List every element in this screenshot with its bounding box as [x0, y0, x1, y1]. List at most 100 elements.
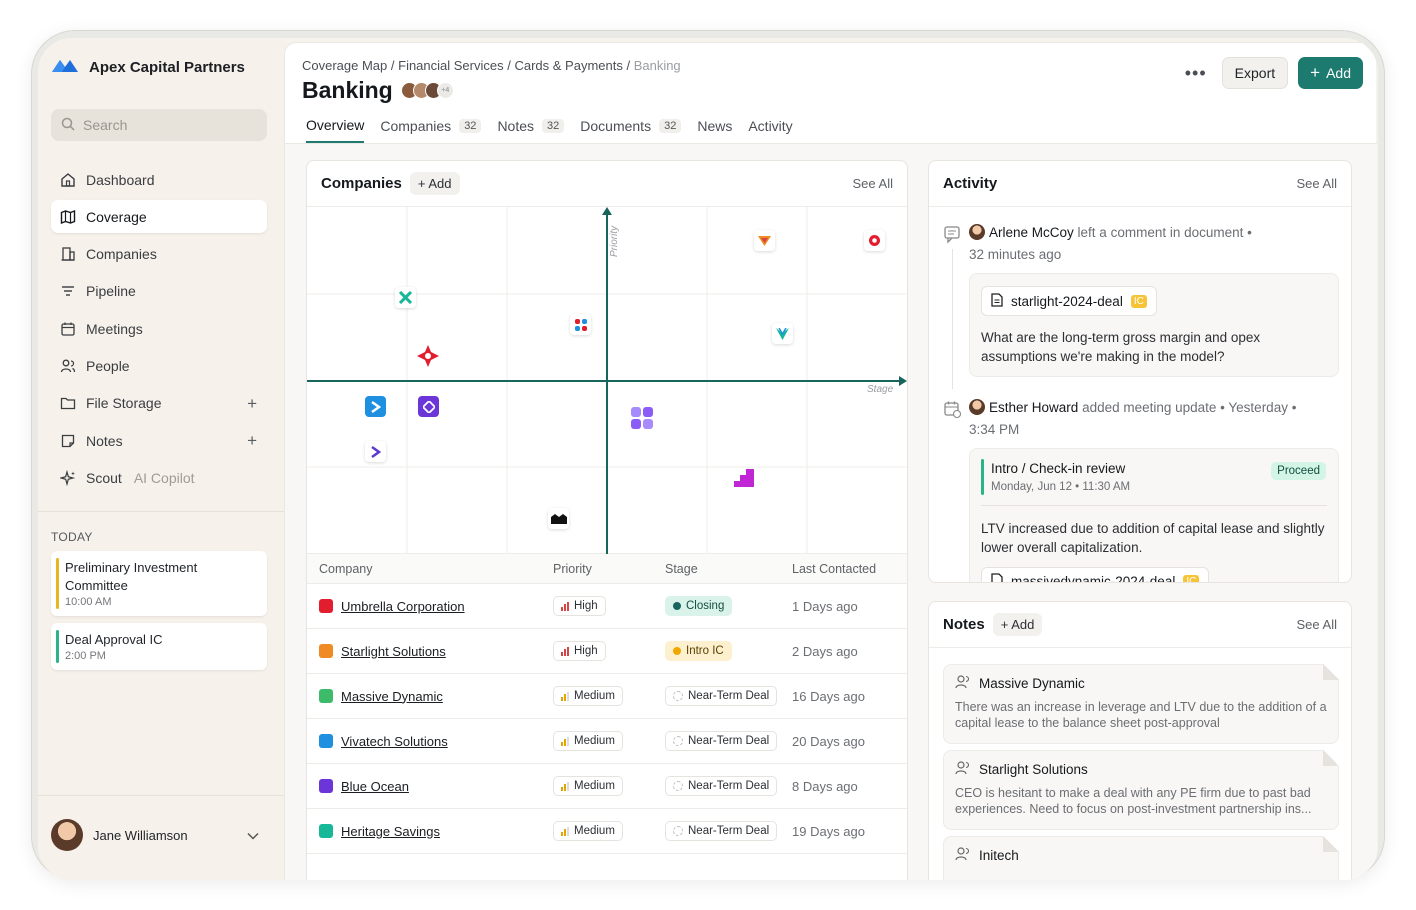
table-row[interactable]: Umbrella Corporation High Closing 1 Days ag… [307, 584, 907, 629]
event-card[interactable]: Deal Approval IC 2:00 PM [51, 623, 267, 670]
search-placeholder: Search [83, 117, 128, 133]
priority-pill[interactable]: Medium [553, 731, 623, 751]
company-logo-icon[interactable] [570, 314, 591, 335]
export-button[interactable]: Export [1221, 57, 1289, 89]
stage-pill[interactable]: Near-Term Deal [665, 821, 778, 841]
stage-pill[interactable]: Near-Term Deal [665, 776, 778, 796]
table-row[interactable]: Massive Dynamic Medium Near-Term Deal 16 Da… [307, 674, 907, 719]
stage-pill[interactable]: Intro IC [665, 641, 732, 661]
add-note-icon[interactable]: + [247, 431, 257, 451]
massive-dynamic-logo-icon[interactable] [631, 407, 653, 429]
table-row[interactable]: Vivatech Solutions Medium Near-Term Deal 20… [307, 719, 907, 764]
crumb[interactable]: Cards & Payments [514, 58, 622, 73]
company-logo-icon[interactable] [365, 441, 386, 462]
umbrella-logo-icon[interactable] [864, 230, 885, 251]
sidebar-item-notes[interactable]: Notes + [51, 424, 267, 457]
sidebar-item-coverage[interactable]: Coverage [51, 200, 267, 234]
column-header[interactable]: Company [307, 562, 553, 576]
last-contacted-cell: 1 Days ago [792, 598, 858, 614]
note-card[interactable]: Starlight Solutions CEO is hesitant to m… [943, 750, 1339, 830]
sidebar-item-people[interactable]: People [51, 349, 267, 382]
priority-pill[interactable]: Medium [553, 821, 623, 841]
sidebar-item-sublabel: AI Copilot [133, 469, 195, 486]
sidebar-item-meetings[interactable]: Meetings [51, 312, 267, 345]
crumb[interactable]: Coverage Map [302, 58, 387, 73]
table-row[interactable]: Heritage Savings Medium Near-Term Deal 19 D… [307, 809, 907, 854]
company-link[interactable]: Starlight Solutions [341, 644, 446, 659]
blue-ocean-logo-icon[interactable] [418, 396, 439, 417]
see-all-link[interactable]: See All [1297, 617, 1337, 632]
more-options-icon[interactable]: ••• [1180, 63, 1212, 84]
sidebar-item-scout[interactable]: Scout AI Copilot [51, 461, 267, 494]
company-link[interactable]: Heritage Savings [341, 824, 440, 839]
column-header[interactable]: Last Contacted [792, 562, 907, 576]
see-all-link[interactable]: See All [853, 176, 893, 191]
stage-pill[interactable]: Near-Term Deal [665, 731, 778, 751]
search-input[interactable]: Search [51, 109, 267, 141]
note-card[interactable]: Massive Dynamic There was an increase in… [943, 664, 1339, 744]
sidebar-item-pipeline[interactable]: Pipeline [51, 275, 267, 308]
column-header[interactable]: Stage [665, 562, 792, 576]
activity-user[interactable]: Arlene McCoy [989, 225, 1074, 240]
document-chip[interactable]: starlight-2024-deal IC [981, 286, 1157, 316]
priority-pill[interactable]: High [553, 641, 606, 661]
member-avatars[interactable]: +4 [400, 82, 454, 99]
priority-pill[interactable]: Medium [553, 686, 623, 706]
crumb-current: Banking [633, 58, 681, 73]
meeting-title[interactable]: Intro / Check-in review [991, 461, 1125, 476]
sidebar-item-file-storage[interactable]: File Storage + [51, 387, 267, 420]
tab-news[interactable]: News [697, 117, 732, 143]
company-link[interactable]: Vivatech Solutions [341, 734, 448, 749]
column-header[interactable]: Priority [553, 562, 665, 576]
note-body: CEO is hesitant to make a deal with any … [955, 786, 1312, 816]
comment-card: starlight-2024-deal IC What are the long… [969, 273, 1339, 377]
stage-pill[interactable]: Closing [665, 596, 733, 616]
company-logo-icon[interactable] [548, 508, 569, 529]
signal-bars-icon [561, 646, 569, 656]
user-menu[interactable]: Jane Williamson [51, 819, 267, 851]
heritage-logo-icon[interactable] [395, 287, 416, 308]
brand[interactable]: Apex Capital Partners [51, 56, 245, 78]
chevron-down-icon[interactable] [247, 828, 259, 843]
priority-pill[interactable]: Medium [553, 776, 623, 796]
tab-documents[interactable]: Documents 32 [580, 117, 682, 143]
table-row[interactable]: Starlight Solutions High Intro IC 2 Days ag… [307, 629, 907, 674]
sidebar-item-companies[interactable]: Companies [51, 238, 267, 271]
add-company-button[interactable]: + Add [409, 172, 460, 195]
document-icon [991, 572, 1003, 582]
tab-companies[interactable]: Companies 32 [380, 117, 482, 143]
note-body: There was an increase in leverage and LT… [955, 700, 1327, 730]
activity-user[interactable]: Esther Howard [989, 400, 1078, 415]
companies-table: Company Priority Stage Last Contacted Um… [307, 554, 907, 854]
note-card[interactable]: Initech [943, 836, 1339, 880]
add-file-icon[interactable]: + [247, 394, 257, 414]
add-note-button[interactable]: + Add [992, 613, 1043, 636]
sidebar-item-dashboard[interactable]: Dashboard [51, 163, 267, 196]
starlight-logo-icon[interactable] [754, 230, 775, 251]
add-button[interactable]: + Add [1298, 57, 1363, 89]
vivatech-logo-icon[interactable] [365, 396, 386, 417]
company-link[interactable]: Massive Dynamic [341, 689, 443, 704]
stage-pill[interactable]: Near-Term Deal [665, 686, 778, 706]
tab-notes[interactable]: Notes 32 [497, 117, 565, 143]
table-row[interactable]: Blue Ocean Medium Near-Term Deal 8 Days ago [307, 764, 907, 809]
see-all-link[interactable]: See All [1297, 176, 1337, 191]
crumb[interactable]: Financial Services [398, 58, 504, 73]
tab-overview[interactable]: Overview [306, 117, 365, 143]
company-link[interactable]: Blue Ocean [341, 779, 409, 794]
document-icon [991, 292, 1003, 310]
company-logo-icon[interactable] [734, 467, 754, 487]
company-link[interactable]: Umbrella Corporation [341, 599, 465, 614]
document-chip[interactable]: massivedynamic-2024-deal IC [981, 567, 1210, 582]
tab-bar: Overview Companies 32 Notes 32 Documents 32… [306, 117, 793, 143]
stage-ring-icon [673, 691, 683, 701]
company-logo-icon[interactable] [417, 345, 439, 367]
company-cell: Massive Dynamic [307, 689, 553, 704]
priority-cell: Medium [553, 821, 665, 841]
priority-label: Medium [574, 735, 615, 747]
tab-activity[interactable]: Activity [748, 117, 792, 143]
activity-item: Esther Howard added meeting update • Yes… [969, 397, 1339, 441]
priority-pill[interactable]: High [553, 596, 606, 616]
company-logo-icon[interactable] [772, 323, 793, 344]
event-card[interactable]: Preliminary Investment Committee 10:00 A… [51, 551, 267, 616]
